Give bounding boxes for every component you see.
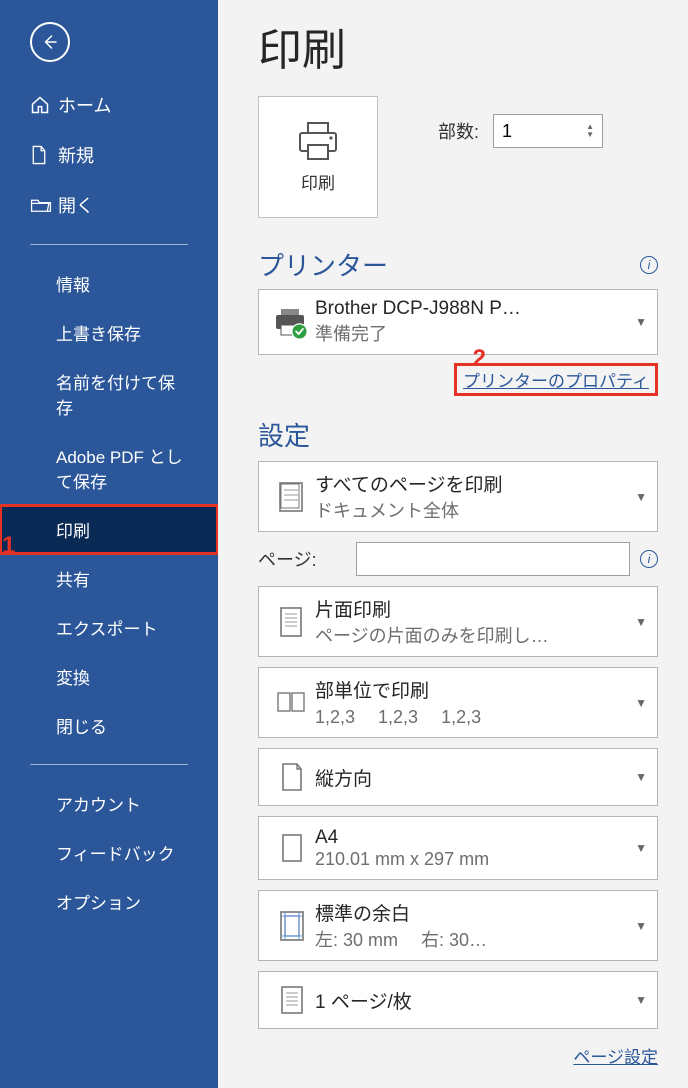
- chevron-down-icon: ▼: [635, 315, 647, 329]
- annotation-1: 1: [2, 532, 15, 560]
- printer-dropdown[interactable]: Brother DCP-J988N P… 準備完了 ▼: [258, 289, 658, 355]
- arrow-left-icon: [41, 33, 59, 51]
- sidebar-item-label: 名前を付けて保存: [56, 369, 188, 419]
- printer-status: 準備完了: [315, 320, 635, 346]
- paper-icon: [279, 831, 305, 865]
- sidebar-item-label: 新規: [58, 142, 94, 168]
- sidebar-item-label: 閉じる: [56, 713, 107, 738]
- sidebar-item-info[interactable]: 情報: [0, 259, 218, 308]
- sidebar-item-label: Adobe PDF として保存: [56, 443, 188, 493]
- duplex-dropdown[interactable]: 片面印刷 ページの片面のみを印刷し… ▼: [258, 586, 658, 657]
- status-ready-icon: [291, 323, 308, 340]
- settings-section-title: 設定: [258, 416, 658, 453]
- sidebar-separator: [30, 244, 188, 245]
- printer-properties-link[interactable]: プリンターのプロパティ: [457, 370, 655, 393]
- sidebar-item-label: 変換: [56, 664, 90, 689]
- sidebar-item-label: アカウント: [56, 791, 141, 816]
- page-setup-link[interactable]: ページ設定: [573, 1048, 658, 1067]
- portrait-icon: [279, 760, 305, 794]
- pages-scope-title: すべてのページを印刷: [315, 470, 635, 497]
- collate-icon: [276, 689, 308, 717]
- pages-scope-sub: ドキュメント全体: [315, 497, 635, 523]
- pages-label: ページ:: [258, 546, 346, 572]
- paper-dropdown[interactable]: A4 210.01 mm x 297 mm ▼: [258, 816, 658, 880]
- sidebar-item-share[interactable]: 共有: [0, 554, 218, 603]
- folder-open-icon: [30, 196, 58, 214]
- margins-sub: 左: 30 mm 右: 30…: [315, 926, 635, 952]
- collate-dropdown[interactable]: 部単位で印刷 1,2,3 1,2,3 1,2,3 ▼: [258, 667, 658, 738]
- pages-input[interactable]: [356, 542, 630, 576]
- sidebar-item-account[interactable]: アカウント: [0, 779, 218, 828]
- sidebar-item-close[interactable]: 閉じる: [0, 701, 218, 750]
- sidebar-item-export[interactable]: エクスポート: [0, 603, 218, 652]
- collate-sub: 1,2,3 1,2,3 1,2,3: [315, 703, 635, 729]
- document-icon: [277, 480, 307, 514]
- single-side-icon: [277, 604, 307, 640]
- back-button[interactable]: [30, 22, 70, 62]
- sidebar-item-transform[interactable]: 変換: [0, 652, 218, 701]
- margins-title: 標準の余白: [315, 899, 635, 926]
- one-per-sheet-icon: [278, 983, 306, 1017]
- chevron-down-icon: ▼: [635, 993, 647, 1007]
- sidebar-item-home[interactable]: ホーム: [0, 80, 218, 130]
- sidebar-item-new[interactable]: 新規: [0, 130, 218, 180]
- orientation-title: 縦方向: [315, 764, 635, 791]
- sidebar-item-label: 情報: [56, 271, 90, 296]
- chevron-down-icon: ▼: [635, 490, 647, 504]
- duplex-sub: ページの片面のみを印刷し…: [315, 622, 635, 648]
- sidebar-item-label: 共有: [56, 566, 90, 591]
- info-icon[interactable]: i: [640, 550, 658, 568]
- duplex-title: 片面印刷: [315, 595, 635, 622]
- printer-name: Brother DCP-J988N P…: [315, 298, 635, 320]
- sidebar-item-adobe-pdf[interactable]: Adobe PDF として保存: [0, 431, 218, 505]
- page-title: 印刷: [258, 14, 658, 78]
- sidebar-item-label: フィードバック: [56, 840, 175, 865]
- copies-row: 部数: 1 ▲▼: [438, 96, 603, 148]
- pages-per-sheet-dropdown[interactable]: 1 ページ/枚 ▼: [258, 971, 658, 1029]
- sidebar-item-print[interactable]: 印刷: [0, 505, 218, 554]
- chevron-down-icon: ▼: [635, 696, 647, 710]
- margins-dropdown[interactable]: 標準の余白 左: 30 mm 右: 30… ▼: [258, 890, 658, 961]
- main-panel: 印刷 印刷 部数: 1 ▲▼ プリンター i: [218, 0, 688, 1088]
- sidebar-item-options[interactable]: オプション: [0, 877, 218, 926]
- print-button[interactable]: 印刷: [258, 96, 378, 218]
- home-icon: [30, 95, 58, 115]
- sidebar-separator: [30, 764, 188, 765]
- sidebar-item-label: オプション: [56, 889, 141, 914]
- paper-title: A4: [315, 827, 635, 849]
- paper-sub: 210.01 mm x 297 mm: [315, 849, 635, 870]
- chevron-down-icon: ▼: [635, 919, 647, 933]
- sidebar-item-save[interactable]: 上書き保存: [0, 308, 218, 357]
- orientation-dropdown[interactable]: 縦方向 ▼: [258, 748, 658, 806]
- printer-large-icon: [294, 121, 342, 161]
- sidebar-item-label: 開く: [58, 192, 94, 218]
- sidebar-item-label: ホーム: [58, 92, 111, 118]
- chevron-down-icon: ▼: [635, 615, 647, 629]
- sidebar-item-feedback[interactable]: フィードバック: [0, 828, 218, 877]
- annotation-2: 2: [473, 345, 486, 373]
- sidebar-item-open[interactable]: 開く: [0, 180, 218, 230]
- print-button-label: 印刷: [301, 169, 335, 194]
- collate-title: 部単位で印刷: [315, 676, 635, 703]
- sidebar-item-label: エクスポート: [56, 615, 158, 640]
- sidebar-item-save-as[interactable]: 名前を付けて保存: [0, 357, 218, 431]
- sidebar-item-label: 上書き保存: [56, 320, 141, 345]
- info-icon[interactable]: i: [640, 256, 658, 274]
- copies-label: 部数:: [438, 118, 479, 144]
- printer-section-title: プリンター: [258, 246, 388, 283]
- margins-icon: [278, 909, 306, 943]
- pages-per-sheet-title: 1 ページ/枚: [315, 987, 635, 1014]
- chevron-down-icon: ▼: [635, 841, 647, 855]
- sidebar: ホーム 新規 開く 情報 上書き保存 名前を付けて保存 Adobe PDF とし…: [0, 0, 218, 1088]
- copies-spinner[interactable]: 1 ▲▼: [493, 114, 603, 148]
- copies-value: 1: [502, 121, 512, 142]
- chevron-down-icon: ▼: [635, 770, 647, 784]
- sidebar-item-label: 印刷: [56, 517, 90, 542]
- file-icon: [30, 145, 58, 165]
- pages-scope-dropdown[interactable]: すべてのページを印刷 ドキュメント全体 ▼: [258, 461, 658, 532]
- spinner-arrows-icon: ▲▼: [586, 123, 594, 139]
